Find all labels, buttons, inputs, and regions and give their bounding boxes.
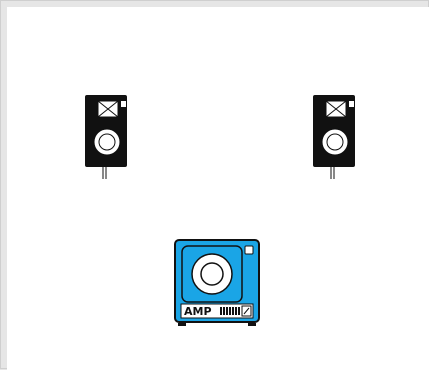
speaker-right[interactable] [313,95,361,181]
amp-label: AMP [184,305,212,318]
amplifier-device[interactable]: AMP [174,239,264,339]
device-canvas: AMP [7,7,429,370]
amplifier-icon: AMP [174,239,260,326]
amp-meter-icon [220,305,252,317]
speaker-icon [85,95,127,179]
speaker-icon [313,95,355,179]
speaker-left[interactable] [85,95,133,181]
app-window: AMP [0,0,429,370]
